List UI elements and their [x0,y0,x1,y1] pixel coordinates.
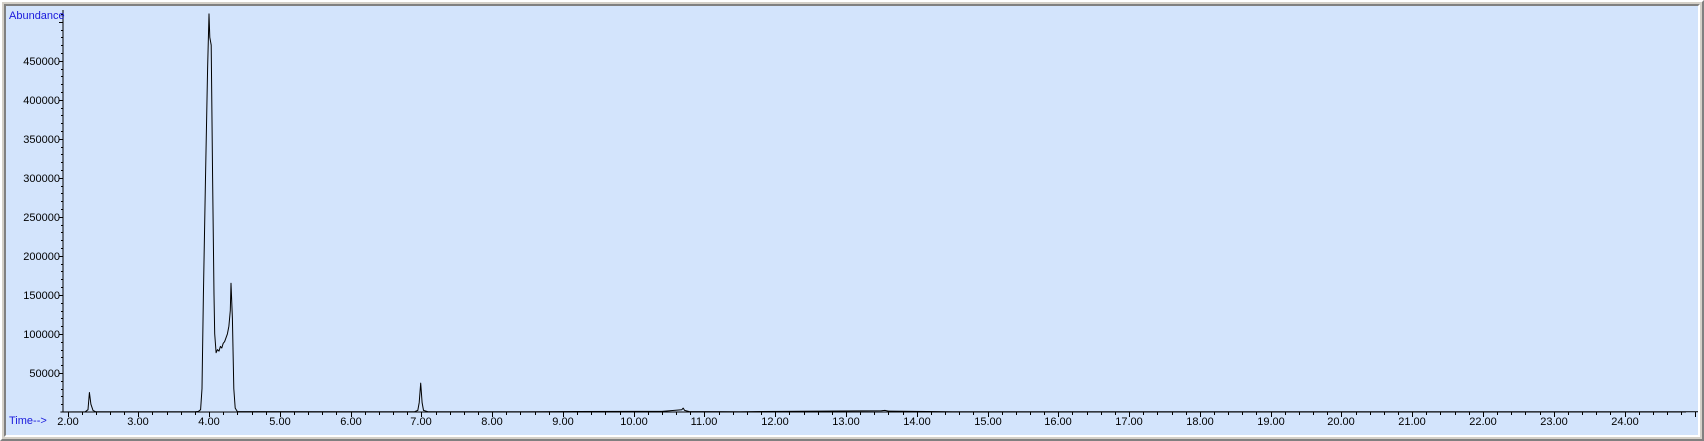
x-ticks: 2.00 3.00 4.00 5.00 6.00 7.00 8.00 9.00 10.00 11.… [57,412,1696,428]
x-tick-label: 19.00 [1257,416,1285,428]
y-tick-label: 400000 [23,95,60,107]
chromatogram-chart: 50000 100000 150000 200000 250000 300000 35000… [9,10,1698,428]
x-tick-label: 2.00 [57,416,78,428]
y-tick-label: 200000 [23,251,60,263]
y-tick-label: 300000 [23,173,60,185]
x-tick-label: 10.00 [620,416,648,428]
x-tick-label: 18.00 [1186,416,1214,428]
x-tick-label: 4.00 [198,416,219,428]
y-ticks: 50000 100000 150000 200000 250000 300000 35000… [23,14,63,405]
x-tick-label: 13.00 [832,416,860,428]
x-tick-label: 7.00 [410,416,431,428]
y-tick-label: 150000 [23,290,60,302]
x-tick-label: 21.00 [1398,416,1426,428]
x-tick-label: 14.00 [903,416,931,428]
y-axis-title: Abundance [9,10,65,22]
x-tick-label: 24.00 [1611,416,1639,428]
x-tick-label: 12.00 [761,416,789,428]
y-tick-label: 450000 [23,56,60,68]
y-tick-label: 250000 [23,212,60,224]
y-tick-label: 50000 [29,368,60,380]
x-tick-label: 3.00 [127,416,148,428]
x-tick-label: 15.00 [974,416,1002,428]
plot-frame: 50000 100000 150000 200000 250000 300000 35000… [4,4,1700,437]
y-tick-label: 100000 [23,329,60,341]
chromatogram-trace [60,13,1698,413]
x-tick-label: 23.00 [1540,416,1568,428]
x-tick-label: 16.00 [1044,416,1072,428]
x-tick-label: 8.00 [481,416,502,428]
x-axis-title: Time--> [9,415,47,427]
series-layer [60,13,1698,413]
chromatogram-window: 50000 100000 150000 200000 250000 300000 35000… [0,0,1704,441]
x-tick-label: 5.00 [269,416,290,428]
y-tick-label: 350000 [23,134,60,146]
x-tick-label: 9.00 [552,416,573,428]
x-tick-label: 20.00 [1327,416,1355,428]
x-tick-label: 17.00 [1115,416,1143,428]
x-tick-label: 11.00 [691,416,718,428]
x-tick-label: 22.00 [1469,416,1497,428]
x-tick-label: 6.00 [340,416,361,428]
